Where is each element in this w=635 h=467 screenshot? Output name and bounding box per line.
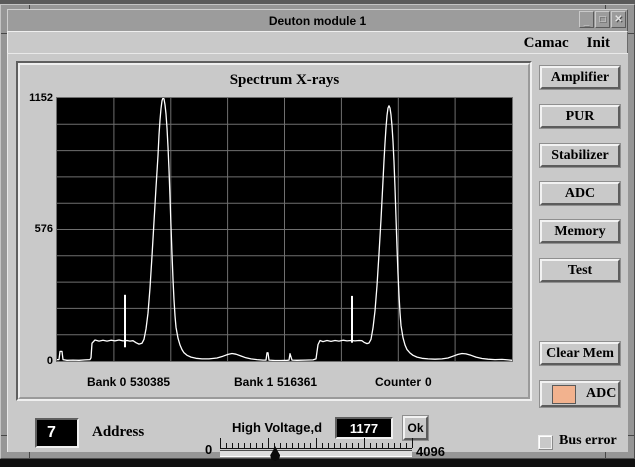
- adc-indicator-label: ADC: [586, 386, 616, 402]
- menu-item-camac[interactable]: Camac: [515, 35, 578, 52]
- bank0-label: Bank 0: [87, 375, 126, 389]
- bus-error-label: Bus error: [559, 433, 617, 449]
- titlebar[interactable]: Deuton module 1 _ □ ✕: [7, 9, 628, 32]
- adc-button[interactable]: ADC: [540, 182, 620, 205]
- test-button[interactable]: Test: [540, 259, 620, 282]
- stabilizer-button[interactable]: Stabilizer: [540, 144, 620, 167]
- high-voltage-label: High Voltage,d: [232, 420, 322, 435]
- window-title: Deuton module 1: [269, 14, 366, 28]
- pur-button[interactable]: PUR: [540, 105, 620, 128]
- address-field[interactable]: 7: [35, 418, 79, 448]
- minimize-icon[interactable]: _: [579, 11, 594, 28]
- counter-label: Counter: [375, 375, 421, 389]
- maximize-icon[interactable]: □: [595, 11, 610, 28]
- spectrum-svg: [57, 98, 512, 361]
- adc-status-swatch: [552, 385, 576, 404]
- y-tick-max: 1152: [20, 92, 53, 104]
- spectrum-panel: Spectrum X-rays 1152 576 0 Bank 0 530385…: [16, 61, 532, 401]
- menu-item-init[interactable]: Init: [578, 35, 619, 52]
- clear-mem-button[interactable]: Clear Mem: [540, 342, 620, 365]
- bank1-value: 516361: [277, 375, 317, 389]
- address-label: Address: [92, 424, 144, 441]
- bus-error-checkbox[interactable]: [538, 435, 552, 449]
- close-icon[interactable]: ✕: [611, 11, 626, 28]
- frame-notch: [29, 452, 30, 458]
- chart-title: Spectrum X-rays: [57, 72, 512, 89]
- client-area: Spectrum X-rays 1152 576 0 Bank 0 530385…: [7, 53, 628, 452]
- high-voltage-field[interactable]: 1177: [335, 417, 393, 439]
- frame-notch: [628, 33, 634, 34]
- ok-button[interactable]: Ok: [403, 416, 428, 440]
- spectrum-plot[interactable]: [57, 98, 512, 361]
- bank1-label: Bank 1: [234, 375, 273, 389]
- memory-button[interactable]: Memory: [540, 220, 620, 243]
- spectrum-panel-inner: Spectrum X-rays 1152 576 0 Bank 0 530385…: [18, 63, 530, 399]
- counter-value: 0: [425, 375, 432, 389]
- window-controls: _ □ ✕: [578, 11, 626, 28]
- frame-notch: [628, 435, 634, 436]
- slider-min-label: 0: [205, 442, 212, 457]
- slider-ruler: [220, 438, 412, 449]
- y-tick-mid: 576: [20, 223, 53, 235]
- adc-indicator-button[interactable]: ADC: [540, 381, 620, 407]
- frame-notch: [605, 452, 606, 458]
- slider-max-label: 4096: [416, 444, 445, 459]
- high-voltage-slider[interactable]: [220, 450, 412, 457]
- y-tick-zero: 0: [20, 355, 53, 367]
- menubar: Camac Init: [7, 31, 628, 55]
- bank0-value: 530385: [130, 375, 170, 389]
- app-window: Deuton module 1 _ □ ✕ Camac Init Spectru…: [0, 4, 635, 459]
- amplifier-button[interactable]: Amplifier: [540, 66, 620, 89]
